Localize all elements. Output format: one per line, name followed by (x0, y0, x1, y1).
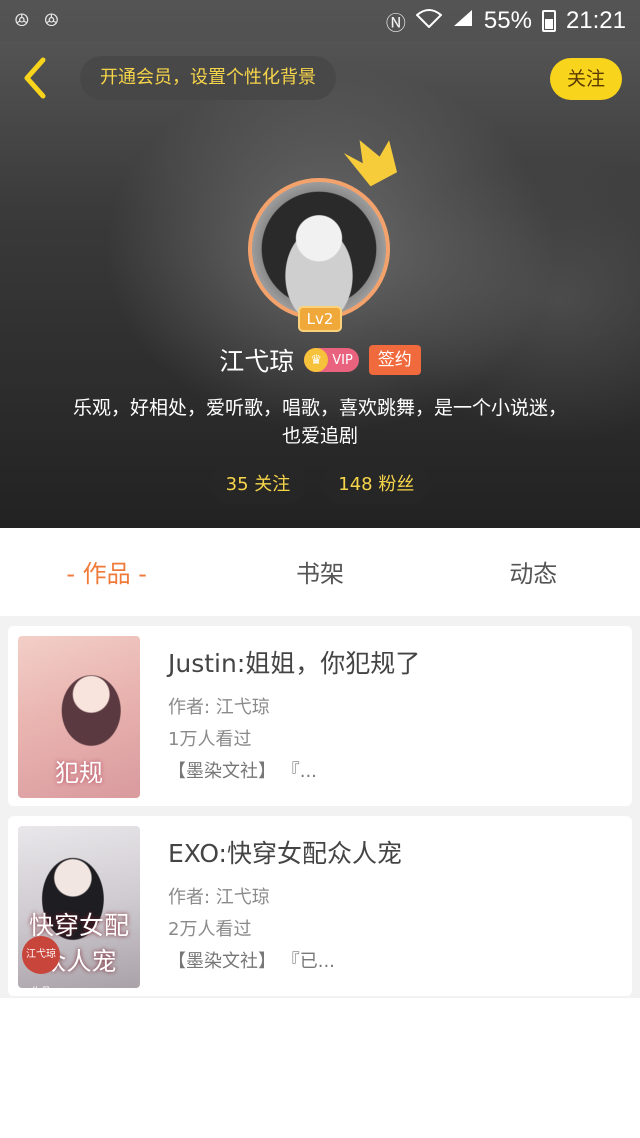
status-bar: ꔮ ꔮ Ⓝ 55% 21:21 (0, 0, 640, 42)
vip-crown-icon: ♛ (304, 348, 329, 372)
vip-background-prompt[interactable]: 开通会员，设置个性化背景 (80, 56, 336, 100)
book-views: 2万人看过 (168, 919, 252, 940)
profile-tabs: - 作品 - 书架 动态 (0, 528, 640, 616)
user-bio: 乐观，好相处，爱听歌，唱歌，喜欢跳舞，是一个小说迷，也爱追剧 (72, 397, 567, 447)
followers-count[interactable]: 148 粉丝 (322, 466, 431, 504)
book-card[interactable]: 快穿女配众人宠 江弋琼作品 EXO:快穿女配众人宠 作者: 江弋琼 2万人看过 … (8, 816, 632, 996)
chevron-left-icon (24, 57, 46, 99)
stats-row: 35 关注 148 粉丝 (0, 466, 640, 504)
wifi-icon (415, 8, 443, 34)
tab-activity[interactable]: 动态 (427, 528, 640, 616)
level-badge: Lv2 (298, 306, 342, 332)
status-left-icons: ꔮ ꔮ (14, 10, 59, 33)
book-author: 作者: 江弋琼 (168, 697, 270, 718)
book-info: Justin:姐姐，你犯规了 作者: 江弋琼 1万人看过 【墨染文社】 『... (140, 636, 420, 796)
book-title[interactable]: Justin:姐姐，你犯规了 (168, 644, 420, 680)
crown-icon (343, 140, 398, 187)
tab-works[interactable]: - 作品 - (0, 528, 213, 616)
status-right: Ⓝ 55% 21:21 (386, 7, 626, 36)
profile-header: ꔮ ꔮ Ⓝ 55% 21:21 开通会员，设置个性化背景 关注 Lv2 江弋琼 … (0, 0, 640, 528)
book-info: EXO:快穿女配众人宠 作者: 江弋琼 2万人看过 【墨染文社】 『已... (140, 826, 402, 986)
book-title[interactable]: EXO:快穿女配众人宠 (168, 834, 402, 870)
book-tag: 【墨染文社】 『... (168, 761, 317, 782)
name-row: 江弋琼 ♛ VIP 签约 (0, 342, 640, 378)
book-author: 作者: 江弋琼 (168, 887, 270, 908)
book-cover[interactable]: 犯规 (18, 636, 140, 798)
clock: 21:21 (565, 7, 626, 34)
cover-author-seal: 江弋琼作品 (22, 936, 60, 988)
book-cover[interactable]: 快穿女配众人宠 江弋琼作品 (18, 826, 140, 988)
book-card[interactable]: 犯规 Justin:姐姐，你犯规了 作者: 江弋琼 1万人看过 【墨染文社】 『… (8, 626, 632, 806)
book-views: 1万人看过 (168, 729, 252, 750)
book-list: 犯规 Justin:姐姐，你犯规了 作者: 江弋琼 1万人看过 【墨染文社】 『… (0, 616, 640, 998)
signed-badge: 签约 (368, 345, 421, 375)
nfc-icon: Ⓝ (385, 12, 406, 35)
signal-icon (452, 8, 474, 34)
app-icon: ꔮ (14, 9, 30, 32)
battery-icon (541, 10, 556, 32)
follow-button[interactable]: 关注 (550, 58, 622, 100)
back-button[interactable] (12, 54, 56, 102)
user-name: 江弋琼 (219, 347, 295, 376)
vip-badge: ♛ VIP (304, 348, 359, 372)
battery-percent: 55% (483, 7, 532, 34)
book-tag: 【墨染文社】 『已... (168, 951, 335, 972)
tab-bookshelf[interactable]: 书架 (213, 528, 426, 616)
app-icon: ꔮ (43, 9, 60, 32)
avatar-container[interactable] (248, 178, 390, 320)
vip-label: VIP (332, 352, 353, 368)
avatar[interactable] (248, 178, 390, 320)
following-count[interactable]: 35 关注 (209, 466, 307, 504)
cover-title: 犯规 (55, 759, 103, 787)
